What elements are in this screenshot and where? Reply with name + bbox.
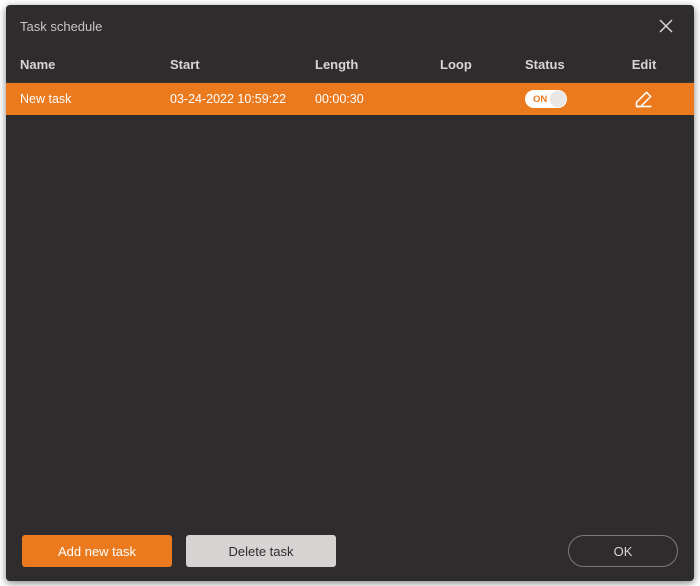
close-icon [658, 18, 674, 34]
status-toggle[interactable]: ON [525, 90, 567, 108]
task-schedule-window: Task schedule Name Start Length Loop Sta… [6, 5, 694, 581]
edit-icon [634, 89, 654, 109]
table-header: Name Start Length Loop Status Edit [6, 47, 694, 83]
task-start: 03-24-2022 10:59:22 [170, 92, 315, 106]
toggle-label: ON [533, 94, 547, 105]
task-name: New task [20, 92, 170, 106]
table-body-empty [6, 115, 694, 521]
toggle-knob [551, 92, 565, 106]
close-button[interactable] [652, 12, 680, 40]
window-title: Task schedule [20, 19, 102, 34]
table-row[interactable]: New task 03-24-2022 10:59:22 00:00:30 ON [6, 83, 694, 115]
column-header-length: Length [315, 57, 440, 72]
column-header-edit: Edit [620, 57, 668, 72]
column-header-name: Name [20, 57, 170, 72]
task-status: ON [525, 90, 620, 108]
add-new-task-button[interactable]: Add new task [22, 535, 172, 567]
column-header-status: Status [525, 57, 620, 72]
task-length: 00:00:30 [315, 92, 440, 106]
ok-button[interactable]: OK [568, 535, 678, 567]
titlebar: Task schedule [6, 5, 694, 47]
footer: Add new task Delete task OK [6, 521, 694, 581]
task-edit[interactable] [620, 89, 668, 109]
column-header-loop: Loop [440, 57, 525, 72]
delete-task-button[interactable]: Delete task [186, 535, 336, 567]
column-header-start: Start [170, 57, 315, 72]
